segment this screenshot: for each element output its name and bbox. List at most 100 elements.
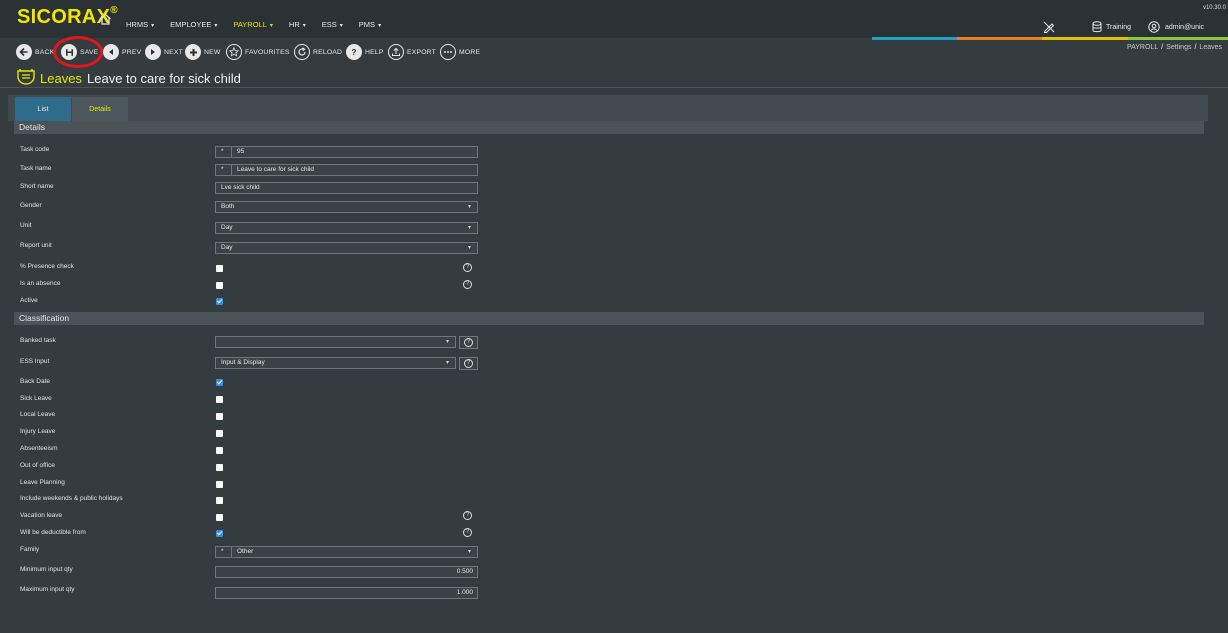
max-qty-label: Maximum input qty [20,586,75,593]
back-date-label: Back Date [20,378,50,385]
report-unit-label: Report unit [20,242,52,249]
short-name-field[interactable]: Lve sick child [215,182,478,194]
chevron-down-icon: ▾ [445,339,449,345]
environment-label[interactable]: Training [1106,24,1131,31]
home-icon[interactable] [99,13,112,27]
include-weekends-checkbox[interactable] [216,497,223,504]
unit-label: Unit [20,222,32,229]
is-absence-checkbox[interactable] [216,282,223,289]
accent-bar-4 [1128,37,1228,40]
menu-employee[interactable]: EMPLOYEE ▾ [170,20,217,29]
leaves-module-icon [16,68,36,87]
menu-pms[interactable]: PMS ▾ [359,20,381,29]
task-name-field[interactable]: * Leave to care for sick child [215,164,478,176]
breadcrumb-settings[interactable]: Settings [1166,44,1191,51]
report-unit-select[interactable]: Day ▾ [215,242,478,254]
banked-task-label: Banked task [20,337,56,344]
breadcrumb-payroll[interactable]: PAYROLL [1127,44,1158,51]
chevron-down-icon: ▾ [467,204,471,210]
absenteeism-checkbox[interactable] [216,447,223,454]
favourites-button[interactable]: FAVOURITES [226,42,290,62]
help-circle-icon[interactable]: ? [463,280,472,289]
back-icon [16,44,32,60]
banked-task-help[interactable]: ? [459,336,478,349]
task-name-label: Task name [20,165,52,172]
help-circle-icon[interactable]: ? [463,528,472,537]
include-weekends-label: Include weekends & public holidays [20,495,123,502]
chevron-down-icon: ▾ [467,549,471,555]
help-icon: ? [346,44,362,60]
menu-payroll[interactable]: PAYROLL ▾ [233,20,273,29]
family-select[interactable]: * Other ▾ [215,546,478,558]
min-qty-label: Minimum input qty [20,566,73,573]
is-absence-label: Is an absence [20,280,61,287]
help-circle-icon: ? [464,359,473,368]
title-divider [0,87,1228,88]
chevron-down-icon: ▾ [467,225,471,231]
main-menu: HRMS ▾ EMPLOYEE ▾ PAYROLL ▾ HR ▾ ESS ▾ PMS ▾ [126,20,397,29]
help-circle-icon: ? [464,338,473,347]
breadcrumb: PAYROLL / Settings / Leaves [1126,44,1222,51]
local-leave-label: Local Leave [20,411,56,418]
min-qty-field[interactable]: 0.500 [215,566,478,578]
local-leave-checkbox[interactable] [216,413,223,420]
accent-bar-2 [957,37,1042,40]
back-button[interactable]: BACK [16,42,54,62]
active-checkbox[interactable] [216,298,223,305]
user-icon [1148,21,1160,35]
sick-leave-label: Sick Leave [20,395,52,402]
family-label: Family [20,546,40,553]
next-button[interactable]: NEXT [145,42,183,62]
export-button[interactable]: EXPORT [388,42,436,62]
gender-select[interactable]: Both ▾ [215,201,478,213]
task-code-field[interactable]: * 95 [215,146,478,158]
save-highlight-ring [53,36,103,68]
menu-ess[interactable]: ESS ▾ [322,20,343,29]
tab-strip [8,95,1208,121]
back-date-checkbox[interactable] [216,379,223,386]
user-name[interactable]: admin@unic [1165,24,1204,31]
ess-input-select[interactable]: Input & Display ▾ [215,357,456,369]
vacation-leave-checkbox[interactable] [216,514,223,521]
help-button[interactable]: ? HELP [346,42,384,62]
chevron-down-icon: ▾ [445,360,449,366]
no-edit-icon[interactable] [1043,21,1055,35]
short-name-label: Short name [20,183,54,190]
leave-planning-label: Leave Planning [20,479,65,486]
vacation-leave-label: Vacation leave [20,512,63,519]
database-icon [1092,21,1102,35]
max-qty-field[interactable]: 1.000 [215,587,478,599]
out-of-office-checkbox[interactable] [216,464,223,471]
breadcrumb-leaves[interactable]: Leaves [1199,44,1222,51]
prev-icon [103,44,119,60]
leave-planning-checkbox[interactable] [216,481,223,488]
help-circle-icon[interactable]: ? [463,511,472,520]
menu-hrms[interactable]: HRMS ▾ [126,20,154,29]
banked-task-select[interactable]: ▾ [215,336,456,348]
next-icon [145,44,161,60]
app-version: v10.30.0 [1202,5,1226,11]
tab-list[interactable]: List [15,97,71,121]
section-details-header: Details [14,121,1204,134]
out-of-office-label: Out of office [20,462,55,469]
plus-icon [185,44,201,60]
more-button[interactable]: MORE [440,42,480,62]
ess-input-help[interactable]: ? [459,357,478,370]
prev-button[interactable]: PREV [103,42,141,62]
menu-hr[interactable]: HR ▾ [289,20,306,29]
more-icon [440,44,456,60]
unit-select[interactable]: Day ▾ [215,222,478,234]
help-circle-icon[interactable]: ? [463,263,472,272]
accent-bar-1 [872,37,957,40]
page-module-title: Leaves [40,71,82,86]
tab-details[interactable]: Details [72,97,128,121]
star-icon [226,44,242,60]
deductible-checkbox[interactable] [216,530,223,537]
new-button[interactable]: NEW [185,42,220,62]
ess-input-label: ESS Input [20,358,50,365]
presence-check-label: % Presence check [20,263,74,270]
presence-check-checkbox[interactable] [216,265,223,272]
reload-button[interactable]: RELOAD [294,42,342,62]
sick-leave-checkbox[interactable] [216,396,223,403]
injury-leave-checkbox[interactable] [216,430,223,437]
